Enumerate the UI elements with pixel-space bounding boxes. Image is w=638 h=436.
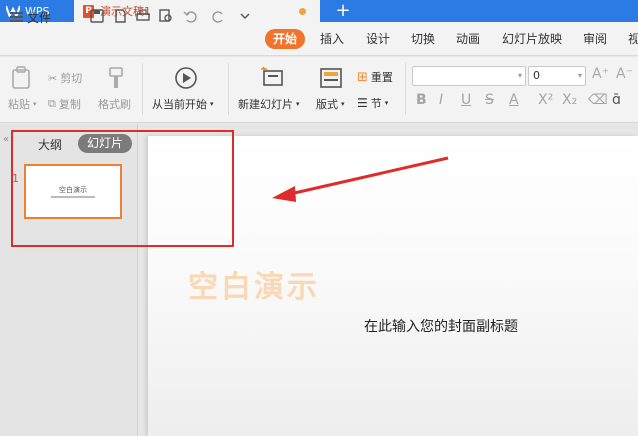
font-size-select[interactable]: 0 ▾ [528, 66, 586, 86]
format-painter-button[interactable]: 格式刷 [98, 96, 131, 112]
font-name-select[interactable]: ▾ [412, 66, 526, 86]
file-menu-button[interactable]: 文件 ⌄ [10, 8, 63, 26]
layout-icon[interactable] [320, 68, 342, 88]
redo-icon[interactable] [212, 9, 226, 23]
copy-label: 复制 [58, 98, 81, 111]
tab-transition[interactable]: 切换 [411, 29, 435, 49]
new-slide-button[interactable]: 新建幻灯片 ▾ [238, 96, 300, 112]
annotation-highlight-box [11, 130, 234, 247]
paste-button[interactable]: 粘贴 ▾ [8, 96, 37, 112]
tab-review[interactable]: 审阅 [583, 29, 607, 49]
copy-icon: ⧉ [48, 97, 56, 110]
reset-label: 重置 [370, 71, 393, 84]
tab-view[interactable]: 视 [628, 29, 638, 49]
file-menu-label: 文件 [27, 10, 52, 25]
hamburger-icon [10, 12, 23, 22]
new-slide-label: 新建幻灯片 [238, 98, 293, 111]
scissors-icon: ✂ [48, 71, 58, 85]
print-icon[interactable] [136, 9, 150, 23]
copy-button[interactable]: ⧉ 复制 [48, 96, 81, 112]
bold-button[interactable]: B [416, 92, 427, 108]
paste-label: 粘贴 [8, 98, 30, 111]
section-label: 节 [370, 97, 382, 110]
save-icon[interactable] [90, 9, 104, 23]
undo-icon[interactable] [183, 9, 197, 23]
print-preview-icon[interactable] [159, 9, 173, 23]
chevron-down-icon: ▾ [33, 100, 37, 108]
text-effect-icon[interactable]: ɑ̄ [612, 92, 621, 108]
reset-icon: ⊞ [357, 69, 368, 85]
increase-font-icon[interactable]: A⁺ [592, 66, 609, 82]
reset-button[interactable]: ⊞ 重置 [357, 69, 393, 85]
from-current-button[interactable]: 从当前开始 ▾ [152, 96, 214, 112]
font-size-value: 0 [533, 69, 540, 82]
tab-slideshow[interactable]: 幻灯片放映 [502, 29, 562, 49]
decrease-font-icon[interactable]: A⁻ [616, 66, 633, 82]
paste-icon[interactable] [10, 66, 34, 90]
layout-label: 版式 [316, 98, 338, 111]
section-button[interactable]: ☰ 节 ▾ [357, 95, 388, 111]
ribbon-divider [142, 63, 143, 115]
tab-insert[interactable]: 插入 [320, 29, 344, 49]
italic-button[interactable]: I [439, 92, 443, 108]
unsaved-dot-icon [299, 8, 306, 15]
tab-design[interactable]: 设计 [366, 29, 390, 49]
ribbon-divider [405, 63, 406, 115]
underline-button[interactable]: U [461, 92, 471, 108]
chevron-down-icon: ▾ [341, 100, 345, 108]
customize-toolbar-icon[interactable] [238, 9, 252, 23]
format-painter-label: 格式刷 [98, 98, 131, 111]
from-current-label: 从当前开始 [152, 98, 207, 111]
chevron-down-icon: ▾ [517, 71, 522, 80]
tab-animation[interactable]: 动画 [456, 29, 480, 49]
subscript-button[interactable]: X₂ [562, 92, 577, 108]
chevron-down-icon: ▾ [210, 100, 214, 108]
slide-title-placeholder[interactable]: 空白演示 [188, 262, 320, 306]
cut-label: 剪切 [60, 72, 83, 85]
cut-button[interactable]: ✂ 剪切 [48, 70, 82, 86]
slide-subtitle-placeholder[interactable]: 在此输入您的封面副标题 [364, 316, 518, 336]
tab-home[interactable]: 开始 [265, 29, 306, 49]
section-icon: ☰ [357, 96, 368, 110]
format-painter-icon[interactable] [104, 66, 128, 90]
chevron-down-icon: ⌄ [55, 12, 63, 22]
font-color-button[interactable]: A [509, 92, 519, 108]
chevron-down-icon: ▾ [577, 71, 582, 80]
strikethrough-button[interactable]: S [485, 92, 494, 108]
clear-format-icon[interactable]: ⌫ [588, 92, 608, 108]
chevron-down-icon: ▾ [296, 100, 300, 108]
ribbon-divider [228, 63, 229, 115]
play-from-current-icon[interactable] [174, 66, 198, 90]
document-tab[interactable]: P 演示文稿1 [74, 0, 320, 22]
superscript-button[interactable]: X² [538, 92, 553, 108]
layout-button[interactable]: 版式 ▾ [316, 96, 345, 112]
export-pdf-icon[interactable] [113, 9, 127, 23]
new-slide-icon[interactable] [260, 66, 286, 90]
collapse-panel-icon[interactable]: « [3, 134, 9, 145]
chevron-down-icon: ▾ [384, 99, 389, 107]
new-tab-button[interactable]: + [332, 1, 354, 21]
